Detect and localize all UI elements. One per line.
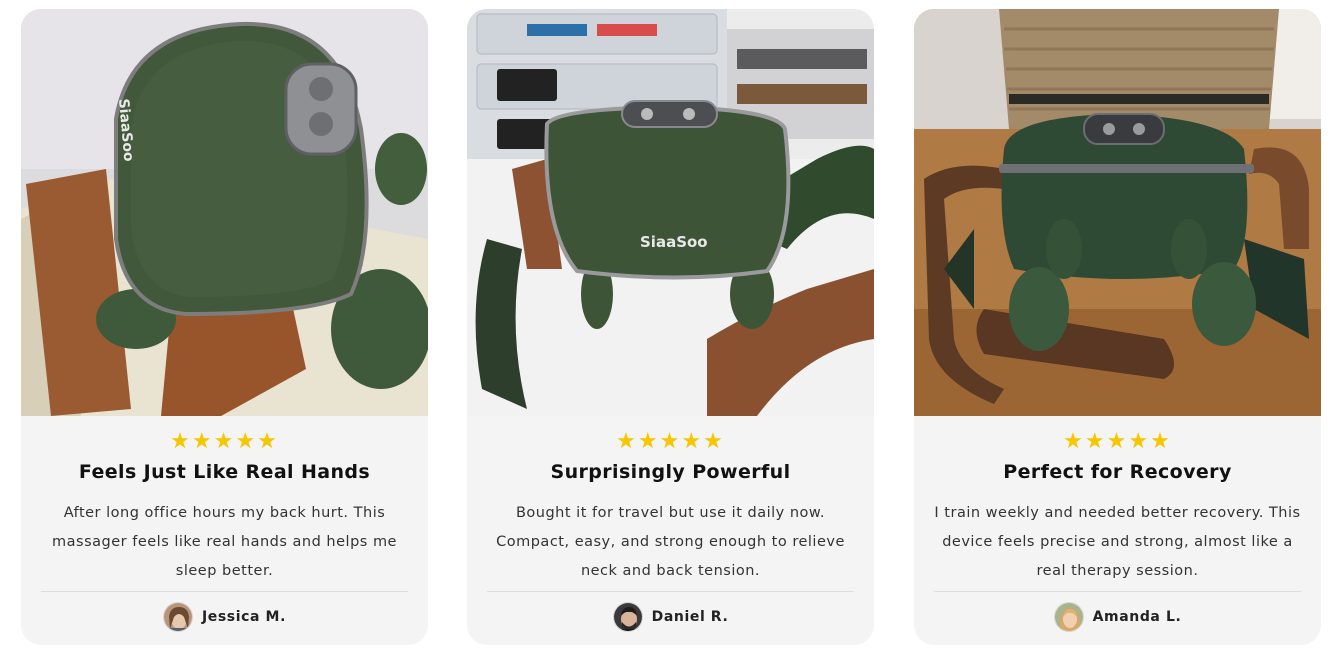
product-image (914, 9, 1321, 416)
divider (934, 591, 1301, 592)
review-card: ★★★★★ Perfect for Recovery I train weekl… (914, 9, 1321, 645)
star-icon: ★ (257, 429, 279, 454)
photo-brand-text: SiaaSoo (640, 233, 708, 251)
reviewer-name: Jessica M. (201, 609, 287, 625)
star-icon: ★ (191, 429, 214, 454)
star-icon: ★ (213, 429, 236, 454)
product-image: SiaaSoo (467, 9, 874, 416)
star-icon: ★ (681, 429, 704, 454)
review-title: Feels Just Like Real Hands (78, 461, 371, 483)
avatar (162, 602, 193, 632)
star-icon: ★ (659, 429, 682, 454)
review-text: After long office hours my back hurt. Th… (52, 505, 397, 579)
star-icon: ★ (170, 429, 192, 454)
star-icon: ★ (1084, 429, 1107, 454)
review-card: SiaaSoo ★★★★★ Feels Just Like Real Hands… (21, 9, 428, 645)
review-photo[interactable] (914, 9, 1321, 416)
review-text: I train weekly and needed better recover… (934, 505, 1301, 579)
reviewer-name: Daniel R. (651, 609, 729, 625)
divider (41, 591, 408, 592)
review-text: Bought it for travel but use it daily no… (496, 505, 845, 579)
star-rating: ★★★★★ (914, 429, 1321, 454)
star-rating: ★★★★★ (467, 429, 874, 454)
reviewer: Amanda L. (914, 601, 1321, 633)
review-card: SiaaSoo ★★★★★ Surprisingly Powerful Boug… (467, 9, 874, 645)
star-icon: ★ (1150, 429, 1172, 454)
star-icon: ★ (637, 429, 660, 454)
star-icon: ★ (235, 429, 258, 454)
star-icon: ★ (1063, 429, 1085, 454)
star-icon: ★ (703, 429, 725, 454)
star-icon: ★ (616, 429, 638, 454)
avatar (612, 602, 643, 632)
star-rating: ★★★★★ (21, 429, 428, 454)
reviewer: Jessica M. (21, 601, 428, 633)
star-icon: ★ (1128, 429, 1151, 454)
review-title: Perfect for Recovery (1003, 461, 1232, 483)
reviewer: Daniel R. (467, 601, 874, 633)
star-icon: ★ (1106, 429, 1129, 454)
divider (487, 591, 854, 592)
reviewer-name: Amanda L. (1092, 609, 1182, 625)
review-title: Surprisingly Powerful (550, 461, 791, 483)
product-image: SiaaSoo (21, 9, 428, 416)
review-photo[interactable]: SiaaSoo (467, 9, 874, 416)
review-photo[interactable]: SiaaSoo (21, 9, 428, 416)
avatar (1053, 602, 1084, 632)
